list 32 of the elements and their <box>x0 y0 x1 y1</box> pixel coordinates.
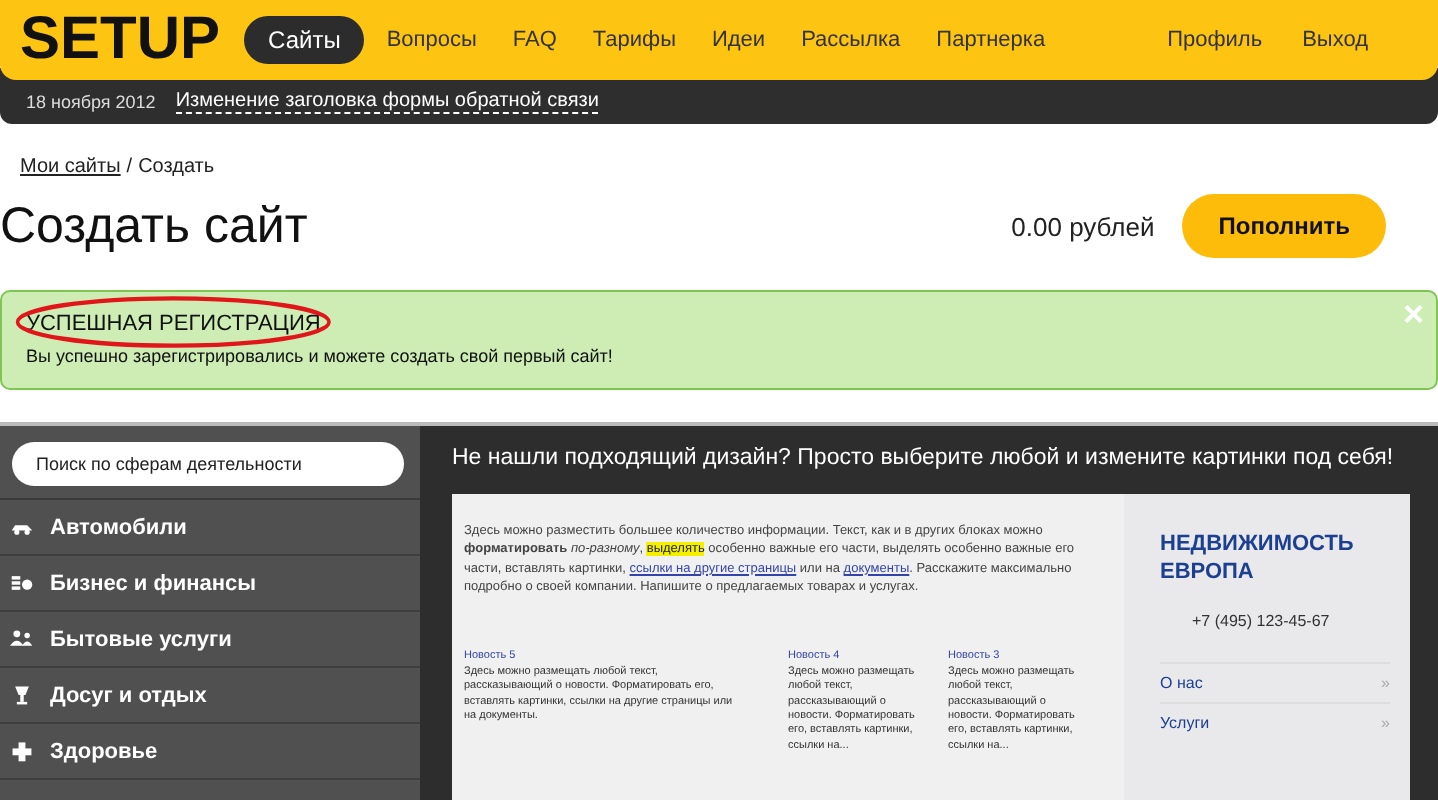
plus-icon <box>10 740 34 762</box>
coins-icon <box>10 572 34 594</box>
logo[interactable]: SETUP <box>20 6 221 74</box>
alert-title: УСПЕШНАЯ РЕГИСТРАЦИЯ <box>26 312 321 336</box>
goblet-icon <box>10 684 34 706</box>
breadcrumb-separator: / <box>126 156 133 178</box>
preview-menu-item[interactable]: О нас » <box>1160 661 1390 702</box>
breadcrumb-link[interactable]: Мои сайты <box>20 156 121 178</box>
category-item[interactable]: Здоровье <box>0 724 420 780</box>
user-link[interactable]: Профиль <box>1153 18 1277 62</box>
search-field[interactable]: Поиск по сферам деятельности <box>12 442 404 486</box>
user-link[interactable]: Выход <box>1288 18 1382 62</box>
nav-tab[interactable]: Вопросы <box>372 18 491 62</box>
breadcrumb-current: Создать <box>138 156 215 178</box>
nav-tab[interactable]: Тарифы <box>578 18 690 62</box>
nav-tab[interactable]: Партнерка <box>922 18 1060 62</box>
news-link[interactable]: Изменение заголовка формы обратной связи <box>175 90 599 114</box>
nav-tab[interactable]: FAQ <box>498 18 571 62</box>
nav-tab[interactable]: Идеи <box>697 18 780 62</box>
topup-button[interactable]: Пополнить <box>1182 194 1386 258</box>
preview-menu-item[interactable]: Услуги » <box>1160 701 1390 742</box>
page-title: Создать сайт <box>0 197 308 255</box>
news-date: 18 ноября 2012 <box>26 92 156 112</box>
design-preview[interactable] <box>452 494 1410 800</box>
nav-tab[interactable]: Рассылка <box>787 18 915 62</box>
nav-tab[interactable]: Сайты <box>244 16 365 64</box>
balance-amount: 0.00 рублей <box>1011 211 1155 241</box>
panel-heading: Не нашли подходящий дизайн? Просто выберите любой и измените картинки под себя! <box>452 444 1396 474</box>
company-name: НЕДВИЖИМОСТЬ ЕВРОПА <box>1160 530 1356 588</box>
company-phone: +7 (495) 123-45-67 <box>1192 611 1332 630</box>
people-icon <box>10 628 34 650</box>
alert-message: Вы успешно зарегистрировались и можете создать свой первый сайт! <box>26 346 615 366</box>
